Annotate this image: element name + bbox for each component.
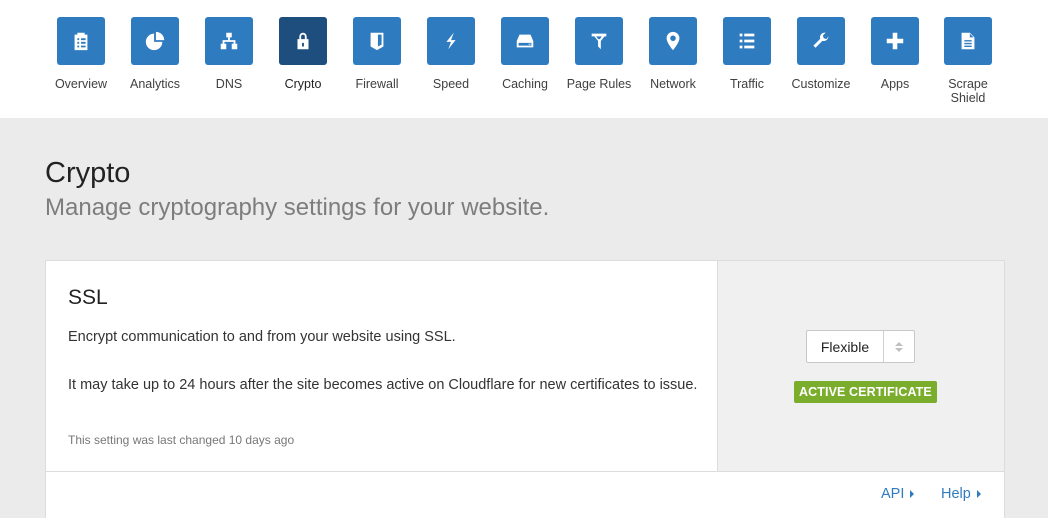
page-title: Crypto	[45, 157, 131, 189]
nav-label: Page Rules	[566, 77, 632, 91]
help-link[interactable]: Help	[941, 486, 981, 502]
nav-label: Speed	[432, 77, 470, 91]
nav-tile	[797, 17, 845, 65]
ssl-card-body: SSL Encrypt communication to and from yo…	[46, 261, 718, 471]
nav-tile	[57, 17, 105, 65]
nav-label: Traffic	[729, 77, 765, 91]
page-subtitle: Manage cryptography settings for your we…	[45, 194, 550, 221]
nav-tile	[575, 17, 623, 65]
hard-drive-icon	[516, 34, 534, 48]
nav-item-apps[interactable]: Apps	[858, 17, 932, 91]
nav-item-traffic[interactable]: Traffic	[710, 17, 784, 91]
plus-icon	[886, 32, 904, 50]
nav-label: DNS	[215, 77, 243, 91]
nav-label: Apps	[880, 77, 910, 91]
lock-icon	[297, 32, 309, 50]
nav-label: Overview	[54, 77, 108, 91]
lightning-icon	[446, 32, 456, 50]
select-arrows-icon	[884, 331, 914, 362]
nav-label: Network	[650, 77, 696, 91]
nav-item-firewall[interactable]: Firewall	[340, 17, 414, 91]
nav-item-caching[interactable]: Caching	[488, 17, 562, 91]
status-badge: ACTIVE CERTIFICATE	[794, 381, 937, 403]
nav-item-analytics[interactable]: Analytics	[118, 17, 192, 91]
nav-label: Customize	[791, 77, 851, 91]
pie-chart-icon	[145, 31, 165, 51]
ssl-card-footer: API Help	[46, 471, 1004, 518]
nav-tile	[427, 17, 475, 65]
nav-item-customize[interactable]: Customize	[784, 17, 858, 91]
top-navigation: Overview Analytics DNS Crypto Firewall S…	[0, 0, 1048, 118]
document-icon	[961, 32, 975, 50]
nav-item-network[interactable]: Network	[636, 17, 710, 91]
nav-label: Analytics	[129, 77, 181, 91]
ssl-card-control-panel: Flexible ACTIVE CERTIFICATE	[718, 261, 1004, 471]
nav-tile	[501, 17, 549, 65]
funnel-icon	[591, 33, 607, 50]
map-pin-icon	[666, 31, 680, 51]
caret-right-icon	[910, 490, 915, 498]
nav-tile	[649, 17, 697, 65]
nav-tile	[944, 17, 992, 65]
nav-tile	[131, 17, 179, 65]
nav-item-dns[interactable]: DNS	[192, 17, 266, 91]
nav-label: Caching	[502, 77, 548, 91]
ssl-card-title: SSL	[68, 286, 108, 309]
wrench-icon	[813, 32, 829, 48]
list-icon	[739, 33, 755, 49]
nav-tile	[723, 17, 771, 65]
shield-icon	[370, 32, 384, 51]
chevron-down-icon	[895, 347, 903, 352]
api-link-label: API	[881, 486, 905, 502]
clipboard-list-icon	[74, 32, 88, 51]
nav-tile	[871, 17, 919, 65]
ssl-mode-value: Flexible	[807, 331, 884, 362]
nav-tile	[279, 17, 327, 65]
ssl-card: SSL Encrypt communication to and from yo…	[45, 260, 1005, 518]
sitemap-icon	[220, 32, 238, 50]
ssl-card-note: It may take up to 24 hours after the sit…	[68, 377, 698, 393]
ssl-card-description: Encrypt communication to and from your w…	[68, 329, 456, 345]
nav-tile	[205, 17, 253, 65]
chevron-up-icon	[895, 341, 903, 346]
nav-label: Scrape Shield	[948, 77, 988, 105]
caret-right-icon	[976, 490, 981, 498]
nav-tile	[353, 17, 401, 65]
api-link[interactable]: API	[881, 486, 915, 502]
nav-item-crypto[interactable]: Crypto	[266, 17, 340, 91]
nav-label: Firewall	[355, 77, 399, 91]
ssl-mode-select[interactable]: Flexible	[806, 330, 915, 363]
nav-item-page-rules[interactable]: Page Rules	[562, 17, 636, 91]
nav-item-overview[interactable]: Overview	[44, 17, 118, 91]
help-link-label: Help	[941, 486, 971, 502]
nav-item-speed[interactable]: Speed	[414, 17, 488, 91]
nav-label: Crypto	[284, 77, 322, 91]
nav-item-scrape-shield[interactable]: Scrape Shield	[931, 17, 1005, 105]
ssl-card-last-changed: This setting was last changed 10 days ag…	[68, 433, 295, 447]
